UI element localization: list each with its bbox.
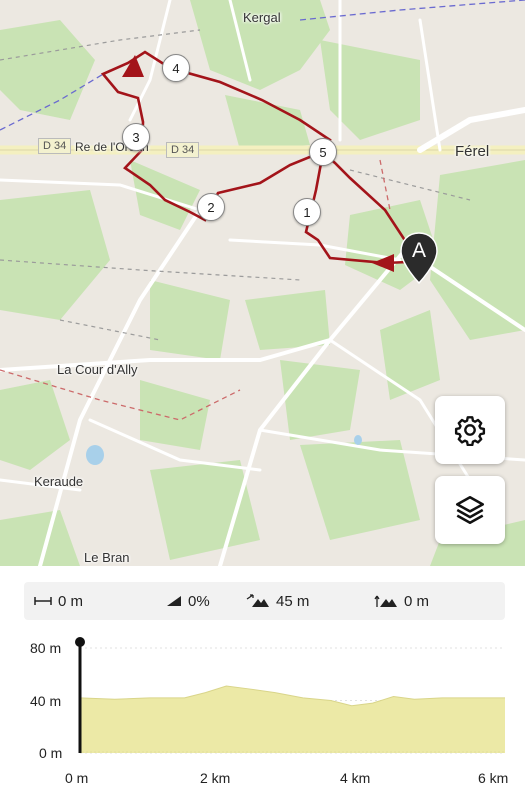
slope-stat: 0%: [166, 593, 210, 610]
settings-button[interactable]: [435, 396, 505, 464]
waypoint-marker[interactable]: 1: [293, 198, 321, 226]
ascent-value: 45 m: [276, 592, 310, 610]
descent-stat: 0 m: [374, 593, 429, 610]
distance-icon: [34, 597, 52, 605]
route-stats-bar: 0 m 0% 45 m 0 m: [24, 582, 505, 620]
ascent-stat: 45 m: [246, 593, 309, 610]
place-label: La Cour d'Ally: [57, 362, 138, 377]
place-label: Keraude: [34, 474, 84, 489]
x-tick-label: 0 m: [65, 770, 89, 786]
x-tick-label: 2 km: [200, 770, 231, 786]
ascent-icon: [246, 594, 269, 607]
layers-icon: [455, 495, 485, 525]
y-tick-label: 40 m: [30, 693, 62, 709]
elevation-profile[interactable]: 80 m 40 m 0 m 0 m 2 km 4 km 6 km: [0, 620, 525, 800]
descent-icon: [374, 595, 397, 607]
road-label: D 34: [38, 138, 72, 154]
place-label: Le Bran: [84, 550, 130, 565]
descent-value: 0 m: [404, 592, 430, 610]
layers-button[interactable]: [435, 476, 505, 544]
position-cursor-dot: [75, 637, 85, 647]
distance-value: 0 m: [58, 592, 84, 610]
start-marker-label: A: [411, 239, 426, 262]
slope-icon: [167, 596, 181, 606]
distance-stat: 0 m: [34, 593, 83, 610]
road-label: D 34: [166, 142, 200, 158]
start-marker-pin[interactable]: A: [399, 231, 439, 287]
place-label: Férel: [455, 143, 490, 160]
place-label: Kergal: [243, 10, 281, 25]
waypoint-marker[interactable]: 3: [122, 123, 150, 151]
gear-icon: [454, 416, 486, 446]
y-tick-label: 80 m: [30, 640, 62, 656]
x-tick-label: 6 km: [478, 770, 509, 786]
y-tick-label: 0 m: [39, 745, 63, 761]
waypoint-marker[interactable]: 4: [162, 54, 190, 82]
waypoint-marker[interactable]: 5: [309, 138, 337, 166]
waypoint-marker[interactable]: 2: [197, 193, 225, 221]
slope-value: 0%: [188, 592, 210, 610]
x-tick-label: 4 km: [340, 770, 371, 786]
map-view[interactable]: Kergal Férel Re de l'Orean La Cour d'All…: [0, 0, 525, 566]
